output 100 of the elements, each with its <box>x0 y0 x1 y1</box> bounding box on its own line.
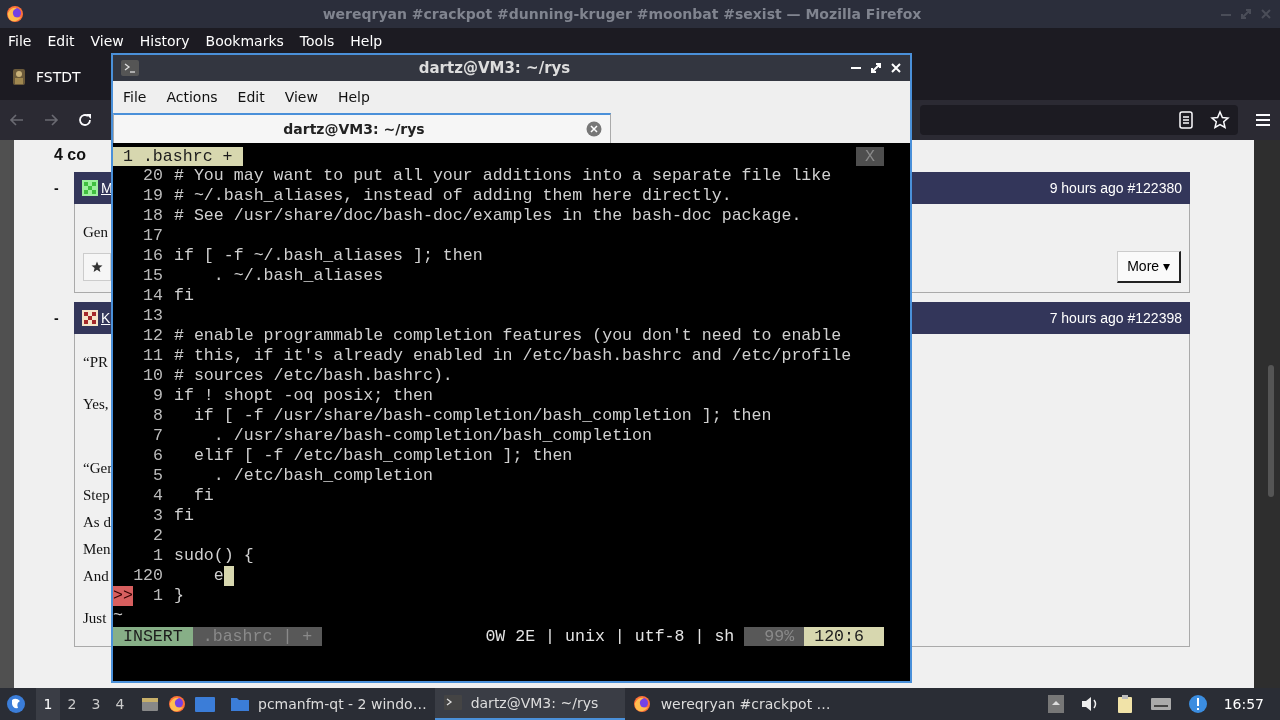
taskbar-button[interactable]: dartz@VM3: ~/rys <box>434 688 625 720</box>
start-menu-icon[interactable] <box>6 694 26 714</box>
taskbar-button[interactable]: pcmanfm-qt - 2 windo… <box>222 688 435 720</box>
menu-item[interactable]: View <box>274 86 328 108</box>
empty-line-marker: ~ <box>113 606 123 626</box>
notification-icon[interactable] <box>1187 694 1208 714</box>
firefox-icon[interactable] <box>168 695 186 713</box>
task-label: dartz@VM3: ~/rys <box>470 693 599 713</box>
star-icon <box>91 261 103 273</box>
line-number: 120 <box>133 566 163 586</box>
comment-text: “Ger <box>83 460 113 476</box>
line-number: 11 <box>142 346 163 366</box>
code-line: fi <box>174 506 194 526</box>
reader-view-icon[interactable] <box>1178 111 1194 129</box>
line-number: 20 <box>142 166 163 186</box>
line-number: 5 <box>152 466 163 486</box>
menu-item[interactable]: Actions <box>156 86 228 108</box>
line-number: 1 <box>152 546 163 566</box>
close-tab-icon[interactable] <box>586 121 602 137</box>
comment-text: Yes, <box>83 396 109 412</box>
line-number: 12 <box>142 326 163 346</box>
menu-item[interactable]: Edit <box>39 30 83 52</box>
menu-item[interactable]: Help <box>342 30 391 52</box>
comment-text: Men <box>83 541 111 557</box>
window-title: dartz@VM3: ~/rys <box>417 57 572 79</box>
comment-text: Just <box>83 610 107 626</box>
comment-text: Gen <box>83 224 108 240</box>
menu-item[interactable]: Bookmarks <box>197 30 292 52</box>
code-line: # this, if it's already enabled in /etc/bash.bashrc and /etc/profile <box>174 346 852 366</box>
clock[interactable]: 16:57 <box>1223 693 1264 715</box>
tab-label: dartz@VM3: ~/rys <box>282 119 426 139</box>
code-line: if ! shopt -oq posix; then <box>174 386 433 406</box>
comment-text: Step <box>83 487 110 503</box>
code-line: } <box>174 586 184 606</box>
line-number: 18 <box>142 206 163 226</box>
star-button[interactable] <box>83 253 111 281</box>
bookmark-star-icon[interactable] <box>1210 110 1230 130</box>
collapse-marker[interactable]: - <box>54 180 59 196</box>
reload-icon[interactable] <box>76 111 94 129</box>
terminal-icon <box>442 694 463 712</box>
workspace-button[interactable]: 4 <box>108 693 132 715</box>
line-number: 6 <box>152 446 163 466</box>
line-number: 13 <box>142 306 163 326</box>
code-line: if [ -f ~/.bash_aliases ]; then <box>174 246 483 266</box>
terminal-tab[interactable]: dartz@VM3: ~/rys <box>113 113 611 143</box>
tab-label: FSTDT <box>36 67 81 87</box>
comment-text: And <box>83 568 109 584</box>
collapse-marker[interactable]: - <box>54 310 59 326</box>
code-line: . /usr/share/bash-completion/bash_completion <box>212 426 652 446</box>
code-line: fi <box>192 486 214 506</box>
code-line: . ~/.bash_aliases <box>212 266 384 286</box>
line-number: 4 <box>152 486 163 506</box>
line-number: 14 <box>142 286 163 306</box>
line-number: 16 <box>142 246 163 266</box>
code-line: e <box>212 566 224 586</box>
author-link[interactable]: K <box>101 307 111 329</box>
line-number: 7 <box>152 426 163 446</box>
line-number: 1 <box>152 586 163 606</box>
workspace-button[interactable]: 3 <box>84 693 108 715</box>
taskbar-button[interactable]: wereqryan #crackpot … <box>624 688 839 720</box>
timestamp-link[interactable]: 7 hours ago #122398 <box>1049 307 1182 329</box>
workspace-button[interactable]: 2 <box>60 693 84 715</box>
code-line: sudo() { <box>174 546 254 566</box>
code-line: # enable programmable completion features (you don't need to enable <box>174 326 842 346</box>
line-number: 19 <box>142 186 163 206</box>
cursor-position: 120:6 <box>804 627 884 646</box>
line-number: 10 <box>142 366 163 386</box>
code-line: if [ -f /usr/share/bash-completion/bash_completion ]; then <box>192 406 772 426</box>
keyboard-icon[interactable] <box>1149 696 1172 712</box>
menu-item[interactable]: Tools <box>291 30 343 52</box>
menu-item[interactable]: View <box>82 30 132 52</box>
firefox-icon <box>6 5 24 23</box>
clipboard-icon[interactable] <box>1115 694 1134 714</box>
menu-item[interactable]: File <box>113 86 157 108</box>
line-number: 8 <box>152 406 163 426</box>
timestamp-link[interactable]: 9 hours ago #122380 <box>1049 177 1182 199</box>
comment-text: As d <box>83 514 111 530</box>
buffer-tab[interactable]: 1 .bashrc + <box>113 147 243 166</box>
workspace-button[interactable]: 1 <box>36 688 60 720</box>
menu-icon[interactable] <box>1254 112 1272 128</box>
show-desktop-icon[interactable] <box>140 695 160 713</box>
line-number: 15 <box>142 266 163 286</box>
line-number: 9 <box>152 386 163 406</box>
scrollbar-thumb[interactable] <box>1268 365 1274 497</box>
code-line: elif [ -f /etc/bash_completion ]; then <box>192 446 573 466</box>
task-label: wereqryan #crackpot … <box>660 694 831 714</box>
code-line: . /etc/bash_completion <box>212 466 433 486</box>
window-icon[interactable] <box>194 695 216 713</box>
comment-text: “PR <box>83 354 108 370</box>
code-line: fi <box>174 286 194 306</box>
task-label: pcmanfm-qt - 2 windo… <box>258 694 427 714</box>
line-number: 2 <box>152 526 163 546</box>
menu-item[interactable]: Edit <box>227 86 275 108</box>
menu-item[interactable]: History <box>131 30 198 52</box>
firefox-icon <box>632 695 653 713</box>
site-icon <box>10 67 28 87</box>
address-bar[interactable] <box>920 105 1238 135</box>
more-button[interactable]: More ▾ <box>1117 251 1181 283</box>
menu-item[interactable]: Help <box>327 86 380 108</box>
menu-item[interactable]: File <box>0 30 40 52</box>
